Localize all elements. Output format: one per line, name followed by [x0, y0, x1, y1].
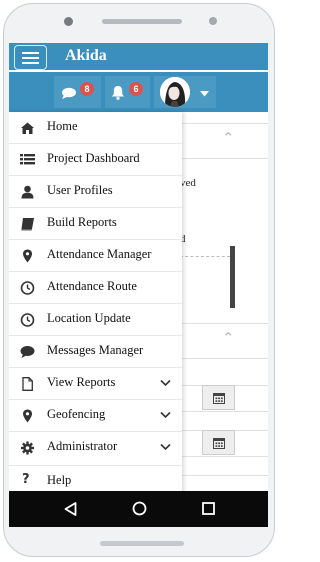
- menu-item-label: Build Reports: [47, 215, 117, 229]
- map-marker-icon: [23, 249, 32, 263]
- proximity-sensor: [209, 17, 217, 25]
- avatar[interactable]: [160, 77, 190, 107]
- menu-item-home[interactable]: Home: [9, 112, 182, 144]
- app-screen: Akida 8 6 ⌃ ved d ⌃ Home Project Dashboa…: [9, 43, 268, 527]
- system-navigation-bar: [9, 491, 268, 527]
- menu-item-messages-manager[interactable]: Messages Manager: [9, 336, 182, 368]
- panel-header: [169, 123, 268, 159]
- top-app-bar: Akida: [9, 43, 268, 70]
- menu-item-label: Attendance Route: [47, 279, 137, 293]
- hamburger-icon: [22, 52, 39, 54]
- question-icon: ?: [22, 472, 30, 487]
- menu-item-label: Geofencing: [47, 407, 106, 421]
- device-bottom-bar: [100, 541, 184, 546]
- home-circle-icon[interactable]: [132, 501, 147, 516]
- menu-item-project-dashboard[interactable]: Project Dashboard: [9, 144, 182, 176]
- caret-down-icon: [200, 91, 209, 97]
- menu-item-location-update[interactable]: Location Update: [9, 304, 182, 336]
- back-icon[interactable]: [64, 502, 77, 516]
- hamburger-icon-bar: [22, 57, 39, 59]
- user-icon: [21, 185, 34, 199]
- notification-bar: 8 6: [9, 72, 268, 112]
- calendar-button[interactable]: [202, 430, 235, 455]
- menu-item-label: View Reports: [47, 375, 116, 389]
- menu-item-view-reports[interactable]: View Reports: [9, 368, 182, 400]
- menu-item-label: User Profiles: [47, 183, 113, 197]
- menu-item-attendance-route[interactable]: Attendance Route: [9, 272, 182, 304]
- hamburger-icon-bar: [22, 62, 39, 64]
- earpiece-speaker: [102, 19, 182, 24]
- menu-item-build-reports[interactable]: Build Reports: [9, 208, 182, 240]
- bell-icon: [112, 86, 124, 100]
- background-text: ved: [180, 177, 196, 189]
- calendar-icon: [213, 438, 225, 449]
- clock-icon: [20, 281, 35, 295]
- scrollbar[interactable]: [230, 246, 235, 308]
- menu-item-label: Location Update: [47, 311, 131, 325]
- file-icon: [22, 377, 33, 391]
- menu-item-label: Home: [47, 119, 78, 133]
- menu-item-geofencing[interactable]: Geofencing: [9, 400, 182, 432]
- front-camera: [64, 17, 73, 26]
- divider: [180, 256, 230, 257]
- chevron-down-icon: [160, 443, 171, 451]
- chevron-down-icon: [160, 411, 171, 419]
- list-icon: [20, 154, 35, 165]
- menu-item-attendance-manager[interactable]: Attendance Manager: [9, 240, 182, 272]
- side-drawer-menu: Home Project Dashboard User Profiles Bui…: [9, 112, 182, 527]
- menu-item-label: Project Dashboard: [47, 151, 140, 165]
- messages-badge: 8: [80, 82, 94, 96]
- menu-item-user-profiles[interactable]: User Profiles: [9, 176, 182, 208]
- chevron-down-icon: [160, 379, 171, 387]
- comment-icon: [20, 346, 35, 358]
- menu-item-label: Administrator: [47, 439, 118, 453]
- panel-header: [169, 323, 268, 359]
- clock-icon: [20, 313, 35, 327]
- home-icon: [21, 122, 34, 134]
- map-marker-icon: [23, 409, 32, 423]
- calendar-icon: [213, 393, 225, 404]
- alerts-button[interactable]: 6: [105, 76, 150, 108]
- menu-item-label: Help: [47, 473, 72, 487]
- app-title: Akida: [65, 47, 107, 64]
- messages-button[interactable]: 8: [54, 76, 101, 108]
- gear-icon: [21, 441, 34, 455]
- alerts-badge: 6: [129, 82, 143, 96]
- menu-toggle-button[interactable]: [14, 45, 47, 70]
- menu-item-administrator[interactable]: Administrator: [9, 432, 182, 466]
- avatar-image: [160, 77, 190, 107]
- chevron-up-icon[interactable]: ⌃: [222, 129, 235, 147]
- chevron-up-icon[interactable]: ⌃: [222, 329, 235, 347]
- menu-item-label: Attendance Manager: [47, 247, 152, 261]
- recents-icon[interactable]: [202, 502, 215, 515]
- menu-item-label: Messages Manager: [47, 343, 144, 357]
- calendar-button[interactable]: [202, 385, 235, 410]
- book-icon: [21, 218, 34, 231]
- comment-icon: [62, 87, 76, 99]
